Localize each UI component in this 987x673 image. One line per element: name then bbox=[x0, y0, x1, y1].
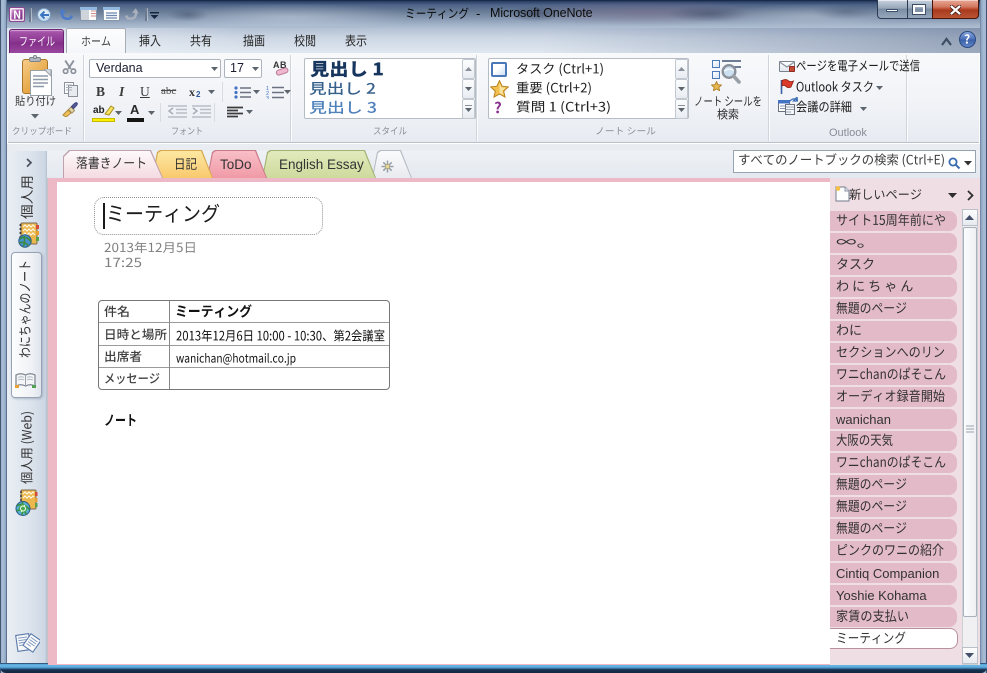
svg-text:3: 3 bbox=[266, 96, 269, 99]
